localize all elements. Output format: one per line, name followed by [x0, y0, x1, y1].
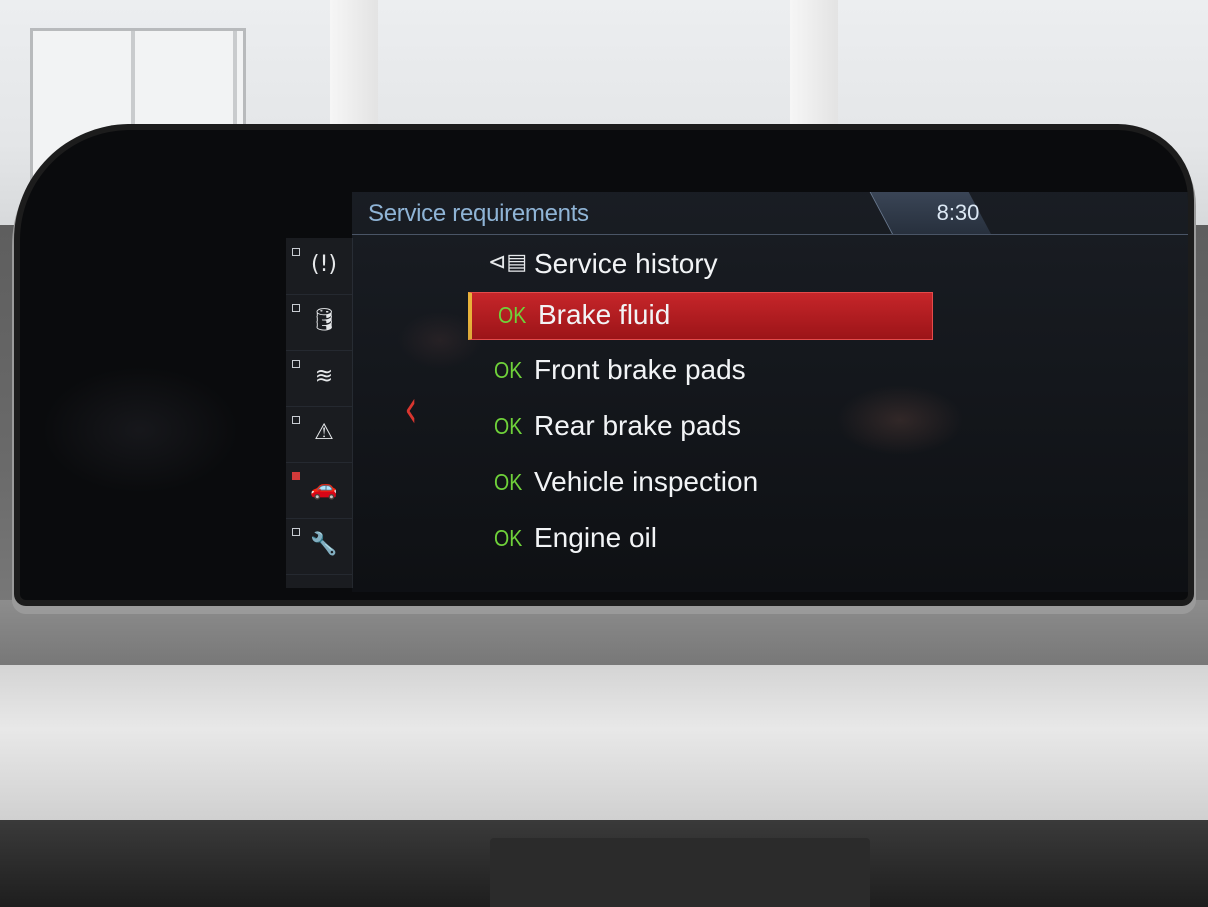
service-panel: Service requirements 8:30 ‹ ⊲▤ Service h…	[352, 192, 1188, 592]
status-ok: OK	[494, 469, 523, 495]
strip-item-vehicle-status[interactable]: 🚗	[286, 462, 352, 519]
page-title: Service requirements	[368, 200, 589, 227]
strip-item-teleservice[interactable]: 🔧	[286, 518, 352, 575]
menu-item-label: Front brake pads	[534, 354, 746, 385]
strip-indicator	[292, 248, 300, 256]
menu-item-engine-oil[interactable]: OK Engine oil	[468, 516, 928, 562]
dashboard-trim	[0, 665, 1208, 825]
status-ok: OK	[494, 357, 523, 383]
strip-item-oil-level[interactable]: 🛢	[286, 294, 352, 351]
oil-level-icon: 🛢	[310, 308, 338, 333]
menu-item-rear-brake-pads[interactable]: OK Rear brake pads	[468, 404, 928, 450]
infotainment-screen: (!) 🛢 ≋ ⚠ 🚗 🔧 Service requirements 8:30 …	[20, 130, 1188, 600]
status-ok: OK	[498, 302, 527, 328]
vehicle-status-icon: 🚗	[310, 476, 338, 501]
menu-item-vehicle-inspection[interactable]: OK Vehicle inspection	[468, 460, 928, 506]
warning-triangle-icon: ⚠	[314, 420, 334, 445]
service-history-icon: ⊲▤	[488, 250, 528, 275]
strip-indicator-active	[292, 472, 300, 480]
menu-item-label: Brake fluid	[538, 299, 671, 330]
menu-item-label: Vehicle inspection	[534, 466, 759, 497]
strip-indicator	[292, 304, 300, 312]
dashboard-lower	[0, 600, 1208, 670]
menu-item-service-history[interactable]: ⊲▤ Service history	[468, 242, 928, 288]
menu-item-label: Rear brake pads	[534, 410, 742, 441]
vent-tab	[490, 838, 870, 907]
engine-coolant-icon: ≋	[314, 364, 334, 389]
menu-item-label: Service history	[534, 248, 718, 279]
back-chevron-icon[interactable]: ‹	[404, 382, 417, 436]
menu-item-label: Engine oil	[534, 522, 657, 553]
strip-indicator	[292, 416, 300, 424]
status-ok: OK	[494, 413, 523, 439]
side-icon-strip: (!) 🛢 ≋ ⚠ 🚗 🔧	[286, 238, 353, 588]
strip-item-warning[interactable]: ⚠	[286, 406, 352, 463]
menu-item-front-brake-pads[interactable]: OK Front brake pads	[468, 348, 928, 394]
strip-item-engine-coolant[interactable]: ≋	[286, 350, 352, 407]
header-divider	[352, 234, 1188, 235]
clock: 8:30	[936, 200, 980, 225]
menu-item-brake-fluid[interactable]: OK Brake fluid	[468, 292, 933, 340]
teleservice-icon: 🔧	[310, 532, 338, 557]
strip-indicator	[292, 360, 300, 368]
tire-pressure-icon: (!)	[311, 252, 337, 277]
strip-indicator	[292, 528, 300, 536]
status-ok: OK	[494, 525, 523, 551]
strip-item-tire-pressure[interactable]: (!)	[286, 238, 352, 295]
